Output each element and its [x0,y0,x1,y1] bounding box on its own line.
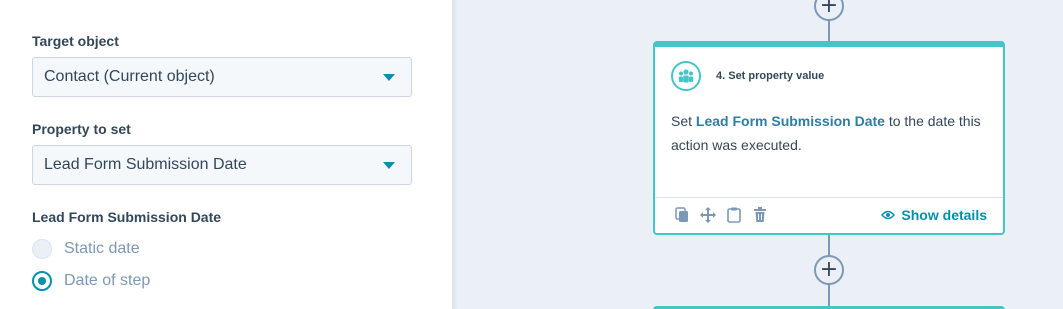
copy-icon[interactable] [673,206,691,224]
radio-label: Static date [64,240,140,257]
chevron-down-icon [383,162,395,169]
move-icon[interactable] [699,206,717,224]
target-object-label: Target object [32,33,119,49]
card-description: Set Lead Form Submission Date to the dat… [671,109,991,157]
radio-label: Date of step [64,272,151,289]
target-object-select[interactable]: Contact (Current object) [32,57,412,97]
radio-button[interactable] [32,239,52,259]
eye-icon [881,207,896,223]
card-header: 4. Set property value [671,61,824,91]
add-step-button[interactable]: + [814,255,844,285]
target-object-value: Contact (Current object) [44,68,215,85]
date-field-label: Lead Form Submission Date [32,209,222,225]
show-details-link[interactable]: Show details [881,207,987,223]
trash-icon[interactable] [751,206,769,224]
radio-static-date[interactable]: Static date [32,239,140,259]
settings-panel: Target object Contact (Current object) P… [0,0,452,309]
add-step-button[interactable]: + [814,0,844,21]
chevron-down-icon [383,74,395,81]
property-to-set-select[interactable]: Lead Form Submission Date [32,145,412,185]
card-actions [673,206,769,224]
action-card[interactable]: 4. Set property value Set Lead Form Subm… [653,41,1005,235]
card-footer: Show details [655,197,1003,235]
radio-date-of-step[interactable]: Date of step [32,271,150,291]
card-title: 4. Set property value [716,70,825,82]
people-icon [671,61,701,91]
property-to-set-value: Lead Form Submission Date [44,156,247,173]
property-to-set-label: Property to set [32,121,131,137]
body-prefix: Set [671,113,693,129]
radio-button[interactable] [32,271,52,291]
show-details-label: Show details [901,207,987,223]
panel-divider [452,0,458,309]
body-property-link[interactable]: Lead Form Submission Date [696,113,885,129]
clipboard-icon[interactable] [725,206,743,224]
